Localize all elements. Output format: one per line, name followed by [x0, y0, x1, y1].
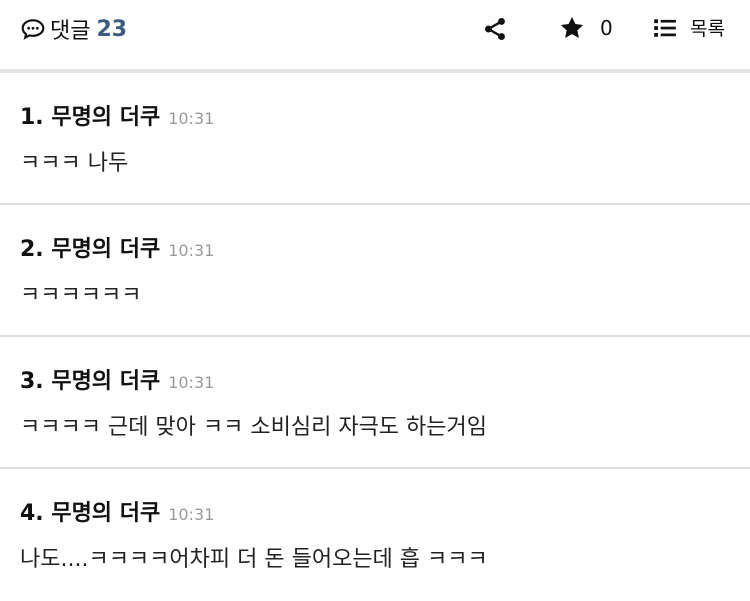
comment-count: 23	[96, 16, 128, 42]
comment-header: 1. 무명의 더쿠 10:31	[20, 99, 214, 131]
comment-time: 10:31	[168, 505, 215, 524]
comments-header: 댓글 23 0 목록	[0, 0, 750, 70]
comment-body: 나도....ㅋㅋㅋㅋ어차피 더 돈 들어오는데 흡 ㅋㅋㅋ	[20, 547, 488, 572]
comment-item: 1. 무명의 더쿠 10:31 ㅋㅋㅋ 나두	[0, 73, 750, 205]
comment-item: 4. 무명의 더쿠 10:31 나도....ㅋㅋㅋㅋ어차피 더 돈 들어오는데 …	[0, 469, 750, 601]
comment-count-title: 댓글 23	[20, 14, 127, 44]
comment-author[interactable]: 3. 무명의 더쿠	[20, 363, 160, 395]
comment-author[interactable]: 1. 무명의 더쿠	[20, 99, 160, 131]
list-icon	[654, 18, 676, 37]
comment-list: 1. 무명의 더쿠 10:31 ㅋㅋㅋ 나두 2. 무명의 더쿠 10:31 ㅋ…	[0, 73, 750, 601]
comment-label: 댓글	[50, 19, 91, 44]
list-label: 목록	[690, 18, 725, 40]
comment-header: 3. 무명의 더쿠 10:31	[20, 363, 214, 395]
comment-item: 2. 무명의 더쿠 10:31 ㅋㅋㅋㅋㅋㅋ	[0, 205, 750, 337]
share-icon[interactable]	[482, 16, 508, 42]
comment-author[interactable]: 2. 무명의 더쿠	[20, 231, 160, 263]
favorite-button[interactable]: 0	[558, 14, 613, 42]
comment-author[interactable]: 4. 무명의 더쿠	[20, 495, 160, 527]
comment-time: 10:31	[168, 109, 215, 128]
comment-header: 2. 무명의 더쿠 10:31	[20, 231, 214, 263]
comment-body: ㅋㅋㅋㅋㅋㅋ	[20, 283, 142, 308]
favorite-count: 0	[600, 16, 613, 40]
comment-header: 4. 무명의 더쿠 10:31	[20, 495, 214, 527]
comment-item: 3. 무명의 더쿠 10:31 ㅋㅋㅋㅋ 근데 맞아 ㅋㅋ 소비심리 자극도 하…	[0, 337, 750, 469]
list-button[interactable]: 목록	[652, 14, 725, 41]
comment-time: 10:31	[168, 241, 215, 260]
comment-body: ㅋㅋㅋ 나두	[20, 151, 129, 176]
comment-time: 10:31	[168, 373, 215, 392]
comment-body: ㅋㅋㅋㅋ 근데 맞아 ㅋㅋ 소비심리 자극도 하는거임	[20, 415, 488, 440]
star-icon	[560, 16, 584, 39]
speech-bubble-icon	[21, 19, 45, 40]
